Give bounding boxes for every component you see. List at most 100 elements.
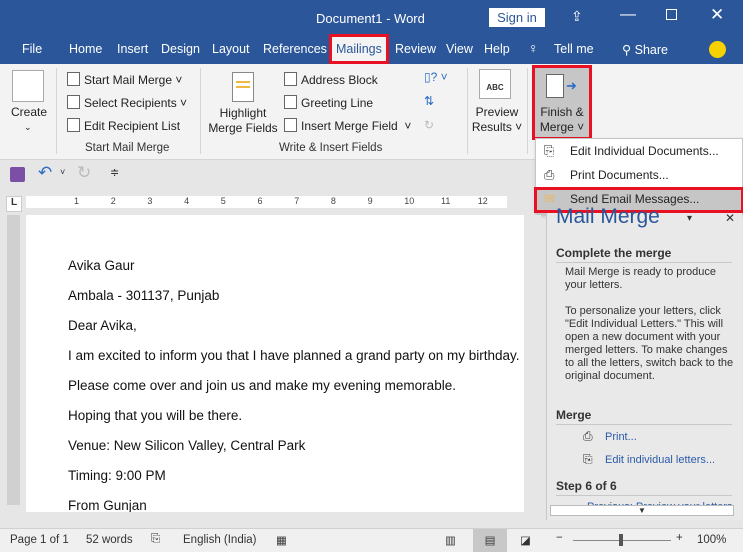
pane-close-icon[interactable]: ✕ (725, 211, 735, 225)
doc-line: Avika Gaur (68, 258, 135, 273)
doc-line: Please come over and join us and make my… (68, 378, 456, 393)
zoom-out-button[interactable]: − (556, 532, 563, 544)
tab-selector[interactable]: L (6, 196, 22, 212)
tab-file[interactable]: File (22, 42, 42, 56)
section-heading: Step 6 of 6 (556, 479, 732, 496)
tab-help[interactable]: Help (484, 42, 510, 56)
print-layout-icon[interactable]: ▤ (473, 529, 507, 552)
highlight-merge-fields-button[interactable]: Highlight Merge Fields (208, 106, 278, 136)
edit-letters-link[interactable]: Edit individual letters... (605, 454, 715, 466)
zoom-slider[interactable] (573, 534, 671, 546)
tab-review[interactable]: Review (395, 42, 436, 56)
vertical-ruler[interactable] (7, 215, 20, 505)
maximize-button[interactable] (666, 9, 677, 20)
lightbulb-icon: ♀ (528, 40, 539, 56)
address-block-button[interactable]: Address Block (284, 72, 378, 87)
address-block-icon (284, 72, 297, 86)
recipients-icon (67, 95, 80, 109)
doc-line: Ambala - 301137, Punjab (68, 288, 220, 303)
print-documents-icon: ⎙ (544, 167, 555, 182)
sign-in-button[interactable]: Sign in (489, 8, 545, 27)
ruler-tick-label: 11 (441, 196, 451, 206)
merge-field-icon (284, 118, 297, 132)
minimize-button[interactable]: — (620, 6, 636, 24)
ruler-tick-label: 7 (294, 196, 300, 206)
preview-results-button[interactable]: Preview Results ˅ (470, 105, 524, 135)
person-icon: ⚲ (622, 43, 635, 57)
print-link[interactable]: Print... (605, 431, 637, 443)
greeting-line-button[interactable]: Greeting Line (284, 95, 373, 110)
menu-item-send-email-messages[interactable]: Send Email Messages... (570, 192, 699, 206)
zoom-in-button[interactable]: + (676, 532, 683, 544)
pane-options-icon[interactable]: ▾ (687, 213, 692, 224)
start-mail-merge-button[interactable]: Start Mail Merge ˅ (67, 72, 182, 87)
doc-line: I am excited to inform you that I have p… (68, 348, 520, 363)
edit-letters-icon: ⎘ (583, 452, 593, 466)
menu-item-print-documents[interactable]: Print Documents... (570, 168, 669, 182)
save-icon[interactable] (10, 167, 25, 182)
tab-design[interactable]: Design (161, 42, 200, 56)
macro-icon[interactable]: ▦ (276, 533, 287, 547)
match-fields-icon[interactable]: ⇅ (424, 94, 434, 108)
tab-view[interactable]: View (446, 42, 473, 56)
document-page[interactable]: Avika Gaur Ambala - 301137, Punjab Dear … (26, 215, 524, 512)
smiley-feedback-icon[interactable] (709, 41, 726, 58)
section-heading: Merge (556, 408, 732, 425)
ruler-tick-label: 10 (404, 196, 415, 206)
ruler-tick-label: 5 (220, 196, 226, 206)
pane-text: To personalize your letters, click "Edit… (565, 305, 734, 382)
doc-line: Hoping that you will be there. (68, 408, 243, 423)
tab-references[interactable]: References (263, 42, 327, 56)
title-bar: Document1 - Word Sign in ⇪ — ✕ (0, 0, 743, 36)
tab-insert[interactable]: Insert (117, 42, 148, 56)
edit-recipient-list-button[interactable]: Edit Recipient List (67, 118, 180, 133)
language[interactable]: English (India) (183, 534, 257, 546)
vertical-scrollbar[interactable] (527, 215, 541, 512)
edit-documents-icon: ⎘ (544, 143, 555, 158)
tell-me-search[interactable]: Tell me (554, 42, 594, 56)
create-button[interactable]: Create (11, 105, 47, 119)
pane-scroll-down[interactable]: ▼ (550, 505, 734, 516)
ruler-tick-label: 4 (184, 196, 190, 206)
document-icon (67, 72, 80, 86)
zoom-level[interactable]: 100% (697, 534, 726, 546)
finish-merge-icon (546, 74, 564, 98)
read-mode-icon[interactable]: ▥ (445, 533, 456, 547)
page-count[interactable]: Page 1 of 1 (10, 534, 69, 546)
ruler-tick-label: 6 (257, 196, 263, 206)
undo-dropdown-icon[interactable]: ˅ (60, 167, 65, 177)
word-count[interactable]: 52 words (86, 534, 133, 546)
proofing-icon[interactable]: ⎘ (151, 533, 160, 546)
pane-title: Mail Merge (556, 205, 660, 228)
tab-home[interactable]: Home (69, 42, 102, 56)
ribbon-display-options-icon[interactable]: ⇪ (571, 8, 583, 25)
share-button[interactable]: ⚲ Share (622, 42, 668, 57)
undo-icon[interactable]: ↶ (38, 163, 52, 183)
status-bar: Page 1 of 1 52 words ⎘ English (India) ▦… (0, 528, 743, 552)
ruler-tick-label: 8 (330, 196, 336, 206)
ribbon-tabs: File Home Insert Design Layout Reference… (0, 34, 743, 64)
finish-merge-button[interactable]: ➜ Finish & Merge ˅ (532, 65, 592, 140)
web-layout-icon[interactable]: ◪ (520, 533, 531, 547)
highlight-icon (232, 72, 254, 102)
doc-line: From Gunjan (68, 498, 147, 512)
ruler-tick-label: 1 (74, 196, 80, 206)
group-label-start-mail-merge: Start Mail Merge (85, 142, 170, 154)
horizontal-ruler[interactable]: 1 2 3 4 5 6 7 8 9 10 11 12 (26, 196, 507, 208)
preview-results-icon: ABC (479, 69, 511, 99)
ruler-tick-label: 9 (367, 196, 373, 206)
close-button[interactable]: ✕ (710, 5, 724, 25)
menu-item-edit-individual-documents[interactable]: Edit Individual Documents... (570, 144, 719, 158)
finish-merge-dropdown: ⎘ Edit Individual Documents... ⎙ Print D… (534, 138, 743, 214)
edit-list-icon (67, 118, 80, 132)
tab-mailings[interactable]: Mailings (336, 42, 382, 56)
zoom-slider-thumb[interactable] (619, 534, 623, 546)
section-heading: Complete the merge (556, 246, 732, 263)
rules-icon[interactable]: ▯? ˅ (424, 70, 448, 84)
group-label-write-insert-fields: Write & Insert Fields (279, 142, 383, 154)
select-recipients-button[interactable]: Select Recipients ˅ (67, 95, 187, 110)
insert-merge-field-button[interactable]: Insert Merge Field ˅ (284, 118, 411, 133)
pane-text: Mail Merge is ready to produce your lett… (565, 266, 717, 291)
tab-layout[interactable]: Layout (212, 42, 250, 56)
customize-toolbar-icon[interactable]: ≑ (110, 166, 119, 179)
